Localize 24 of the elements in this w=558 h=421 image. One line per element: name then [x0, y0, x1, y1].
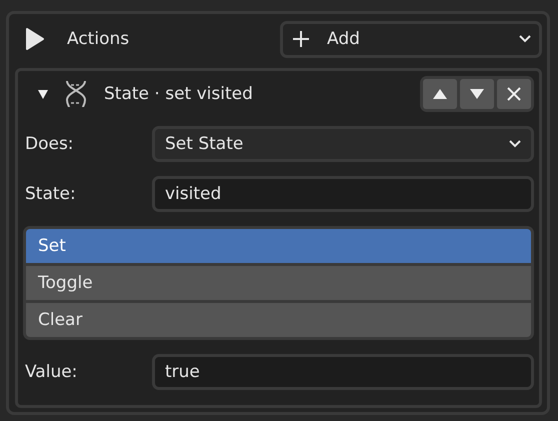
action-title: State · set visited [104, 84, 253, 104]
field-label: Value: [24, 362, 78, 382]
move-up-button[interactable] [423, 79, 457, 109]
dropdown-field[interactable]: Set State [152, 126, 534, 162]
option-item[interactable]: Set [26, 229, 531, 263]
double-helix-icon [64, 80, 88, 108]
close-icon [507, 87, 521, 101]
field-label: Does: [24, 134, 75, 154]
down-triangle-icon [469, 88, 485, 100]
add-dropdown[interactable]: Add [280, 20, 542, 58]
chevron-down-icon [519, 35, 531, 43]
move-down-button[interactable] [460, 79, 494, 109]
option-item[interactable]: Toggle [26, 266, 531, 300]
text-field[interactable]: true [152, 354, 534, 390]
chevron-down-icon [509, 140, 521, 148]
collapse-triangle-icon[interactable] [37, 88, 49, 100]
expand-triangle-icon[interactable] [25, 27, 45, 51]
text-field[interactable]: visited [152, 176, 534, 212]
plus-icon [293, 31, 309, 47]
panel-title: Actions [67, 29, 130, 49]
field-label: State: [24, 184, 77, 204]
close-button[interactable] [497, 79, 531, 109]
option-item[interactable]: Clear [26, 303, 531, 337]
up-triangle-icon [432, 88, 448, 100]
